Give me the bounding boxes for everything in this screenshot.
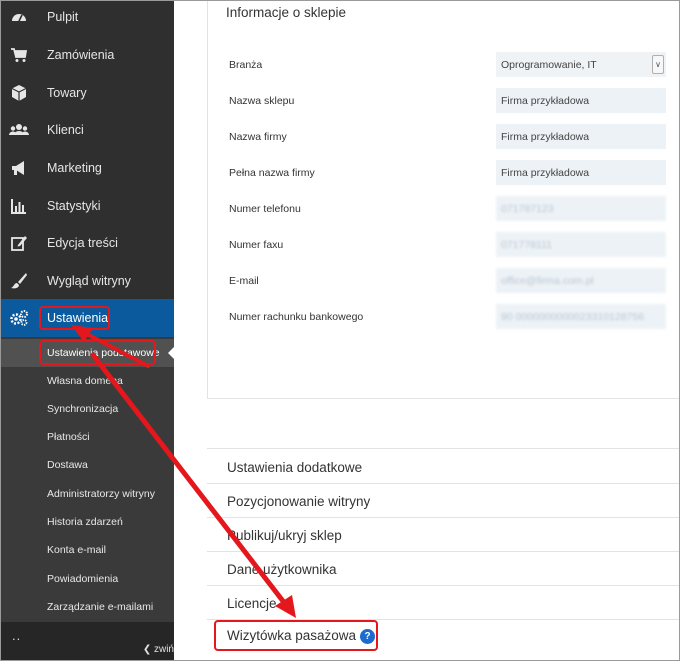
sidebar-item-klienci[interactable]: Klienci bbox=[1, 111, 174, 149]
dashboard-icon bbox=[9, 7, 29, 27]
submenu-item-administratorzy-witryny[interactable]: Administratorzy witryny bbox=[1, 480, 174, 508]
label-email: E-mail bbox=[229, 275, 259, 287]
submenu-item-label: Zarządzanie e-mailami bbox=[47, 601, 154, 613]
brush-icon bbox=[9, 271, 29, 291]
section-licencje[interactable]: Licencje bbox=[227, 596, 277, 611]
section-pozycjonowanie-witryny[interactable]: Pozycjonowanie witryny bbox=[227, 494, 370, 509]
sidebar-item-pulpit[interactable]: Pulpit bbox=[1, 1, 174, 36]
bank-account-field[interactable]: 90 0000000000023310128756 bbox=[496, 304, 666, 329]
chevron-down-icon[interactable]: ∨ bbox=[652, 55, 664, 74]
sidebar-item-label: Edycja treści bbox=[47, 236, 118, 250]
submenu-item-historia-zdarzen[interactable]: Historia zdarzeń bbox=[1, 508, 174, 536]
section-dane-uzytkownika[interactable]: Dane użytkownika bbox=[227, 562, 337, 577]
bar-chart-icon bbox=[9, 196, 29, 216]
label-numer-telefonu: Numer telefonu bbox=[229, 203, 301, 215]
divider bbox=[207, 585, 679, 586]
sidebar-item-statystyki[interactable]: Statystyki bbox=[1, 187, 174, 225]
sidebar: Pulpit Zamówienia Towary Klienci Marketi bbox=[1, 1, 175, 660]
store-info-title: Informacje o sklepie bbox=[226, 5, 347, 20]
highlight-ustawienia-podstawowe bbox=[39, 340, 156, 365]
branza-select-value: Oprogramowanie, IT bbox=[501, 58, 597, 71]
phone-field[interactable]: 071787123 bbox=[496, 196, 666, 221]
label-nazwa-sklepu: Nazwa sklepu bbox=[229, 95, 295, 107]
email-field[interactable]: office@firma.com.pl bbox=[496, 268, 666, 293]
branza-select[interactable]: Oprogramowanie, IT ∨ bbox=[496, 52, 666, 77]
edit-icon bbox=[9, 233, 29, 253]
divider bbox=[207, 517, 679, 518]
submenu-item-label: Synchronizacja bbox=[47, 403, 119, 415]
sidebar-item-label: Wygląd witryny bbox=[47, 274, 131, 288]
main-content: Informacje o sklepie Branża Oprogramowan… bbox=[174, 1, 679, 660]
cart-icon bbox=[9, 45, 29, 65]
label-numer-rachunku: Numer rachunku bankowego bbox=[229, 311, 364, 323]
highlight-ustawienia bbox=[39, 306, 110, 330]
sidebar-item-edycja-tresci[interactable]: Edycja treści bbox=[1, 224, 174, 262]
submenu-item-zarzadzanie-emailami[interactable]: Zarządzanie e-mailami bbox=[1, 593, 174, 621]
sidebar-item-label: Statystyki bbox=[47, 199, 101, 213]
submenu-item-konta-email[interactable]: Konta e-mail bbox=[1, 536, 174, 564]
submenu-item-label: Płatności bbox=[47, 431, 90, 443]
megaphone-icon bbox=[9, 158, 29, 178]
full-company-name-field[interactable]: Firma przykładowa bbox=[496, 160, 666, 185]
submenu-item-wlasna-domena[interactable]: Własna domena bbox=[1, 367, 174, 395]
submenu-item-powiadomienia[interactable]: Powiadomienia bbox=[1, 565, 174, 593]
users-icon bbox=[9, 120, 29, 140]
fax-field[interactable]: 071778111 bbox=[496, 232, 666, 257]
sidebar-item-label: Marketing bbox=[47, 161, 102, 175]
sidebar-item-label: Zamówienia bbox=[47, 48, 115, 62]
company-name-field[interactable]: Firma przykładowa bbox=[496, 124, 666, 149]
more-dots[interactable]: .. bbox=[12, 628, 21, 643]
sidebar-footer: .. ❮ zwiń bbox=[1, 622, 174, 660]
sidebar-item-label: Pulpit bbox=[47, 10, 79, 24]
sidebar-item-marketing[interactable]: Marketing bbox=[1, 149, 174, 187]
sidebar-item-wyglad-witryny[interactable]: Wygląd witryny bbox=[1, 262, 174, 300]
section-publikuj-ukryj-sklep[interactable]: Publikuj/ukryj sklep bbox=[227, 528, 342, 543]
app-window: Pulpit Zamówienia Towary Klienci Marketi bbox=[0, 0, 680, 661]
submenu-item-synchronizacja[interactable]: Synchronizacja bbox=[1, 395, 174, 423]
collapse-sidebar-button[interactable]: ❮ zwiń bbox=[143, 644, 174, 655]
submenu-item-label: Dostawa bbox=[47, 459, 88, 471]
chevron-left-icon: ❮ bbox=[142, 644, 152, 655]
submenu-item-label: Własna domena bbox=[47, 375, 123, 387]
section-ustawienia-dodatkowe[interactable]: Ustawienia dodatkowe bbox=[227, 460, 362, 475]
submenu-item-label: Konta e-mail bbox=[47, 544, 106, 556]
sidebar-item-zamowienia[interactable]: Zamówienia bbox=[1, 36, 174, 74]
highlight-wizytowka-pasazowa bbox=[214, 620, 378, 651]
submenu-item-label: Powiadomienia bbox=[47, 573, 119, 585]
submenu-item-label: Administratorzy witryny bbox=[47, 488, 155, 500]
divider bbox=[207, 551, 679, 552]
label-nazwa-firmy: Nazwa firmy bbox=[229, 131, 287, 143]
sidebar-item-label: Klienci bbox=[47, 123, 84, 137]
sidebar-item-towary[interactable]: Towary bbox=[1, 74, 174, 112]
box-icon bbox=[9, 83, 29, 103]
store-name-field[interactable]: Firma przykładowa bbox=[496, 88, 666, 113]
submenu-item-dostawa[interactable]: Dostawa bbox=[1, 451, 174, 479]
label-pelna-nazwa-firmy: Pełna nazwa firmy bbox=[229, 167, 315, 179]
divider bbox=[207, 483, 679, 484]
sidebar-item-label: Towary bbox=[47, 86, 87, 100]
settings-submenu: Ustawienia podstawowe Własna domena Sync… bbox=[1, 337, 175, 622]
gears-icon bbox=[9, 308, 29, 328]
label-branza: Branża bbox=[229, 59, 263, 71]
submenu-item-label: Historia zdarzeń bbox=[47, 516, 123, 528]
collapse-label: zwiń bbox=[153, 644, 174, 655]
divider bbox=[207, 448, 679, 449]
submenu-item-platnosci[interactable]: Płatności bbox=[1, 423, 174, 451]
label-numer-faxu: Numer faxu bbox=[229, 239, 284, 251]
